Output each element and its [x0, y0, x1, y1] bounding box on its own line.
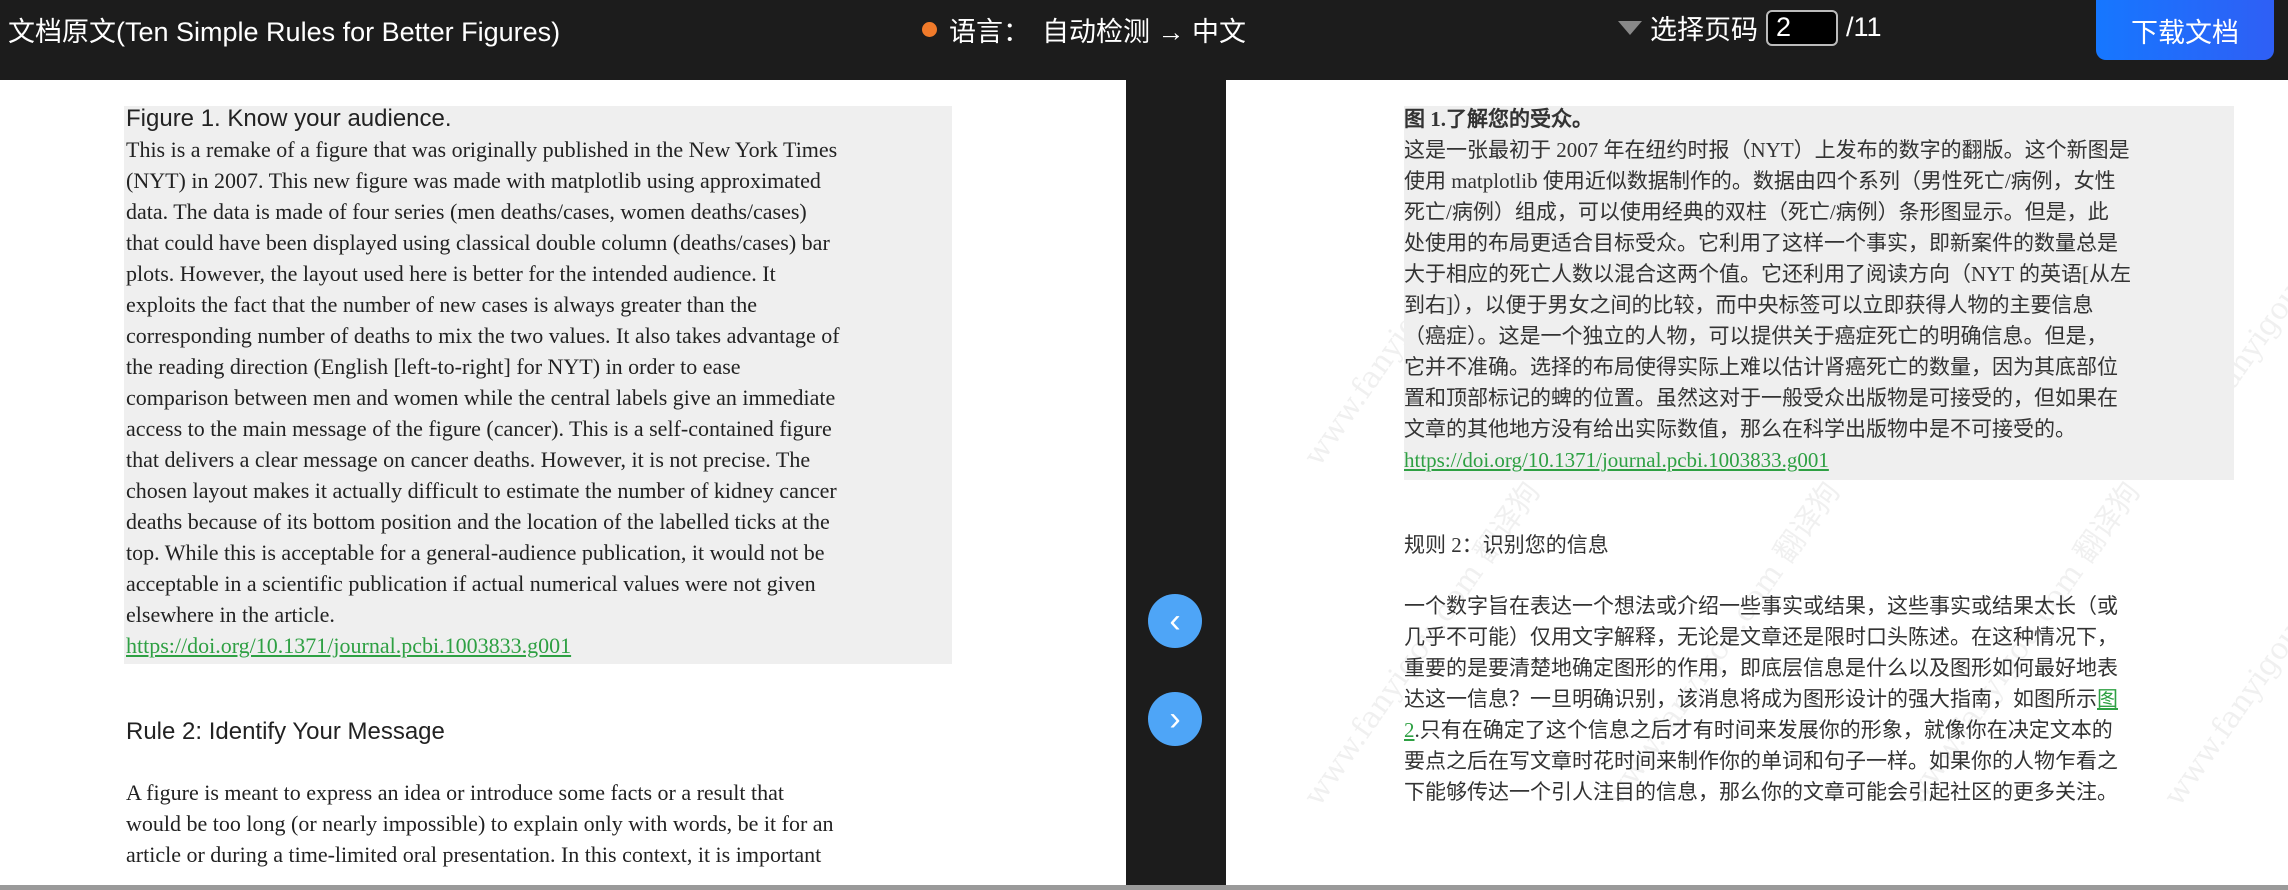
language-value[interactable]: 自动检测 → 中文	[1042, 10, 1246, 49]
text-line: plots. However, the layout used here is …	[126, 261, 776, 286]
text-line: exploits the fact that the number of new…	[126, 292, 758, 317]
text-line: 文章的其他地方没有给出实际数值，那么在科学出版物中是不可接受的。	[1404, 417, 2076, 441]
text-line: 2.只有在确定了这个信息之后才有时间来发展你的形象，就像你在决定文本的	[1404, 715, 2234, 746]
text-line: 死亡/病例）组成，可以使用经典的双柱（死亡/病例）条形图显示。但是，此	[1404, 200, 2109, 224]
status-dot-icon	[922, 22, 937, 37]
page-total: /11	[1846, 12, 1882, 42]
text-line: deaths because of its bottom position an…	[126, 509, 830, 534]
figure-link[interactable]: 2	[1404, 718, 1415, 742]
figure-link[interactable]: 图	[2097, 687, 2118, 711]
text-line: elsewhere in the article.	[126, 602, 335, 627]
text-line: 一个数字旨在表达一个想法或介绍一些事实或结果，这些事实或结果太长（或	[1404, 594, 2118, 618]
top-bar: 文档原文(Ten Simple Rules for Better Figures…	[0, 0, 2288, 80]
translated-text: 图 1.了解您的受众。 这是一张最初于 2007 年在纽约时报（NYT）上发布的…	[1404, 104, 2234, 808]
rule-heading: 规则 2：识别您的信息	[1404, 533, 1609, 557]
horizontal-scrollbar[interactable]	[0, 885, 2288, 890]
language-label: 语言：	[949, 17, 1030, 47]
original-document-page: Figure 1. Know your audience. This is a …	[0, 80, 1126, 885]
text-line: 它并不准确。选择的布局使得实际上难以估计肾癌死亡的数量，因为其底部位	[1404, 355, 2118, 379]
text-line: 处使用的布局更适合目标受众。它利用了这样一个事实，即新案件的数量总是	[1404, 231, 2118, 255]
text-line: 重要的是要清楚地确定图形的作用，即底层信息是什么以及图形如何最好地表	[1404, 656, 2118, 680]
text-line: 下能够传达一个引人注目的信息，那么你的文章可能会引起社区的更多关注。	[1404, 780, 2118, 804]
text-line: would be too long (or nearly impossible)…	[126, 811, 834, 836]
download-button[interactable]: 下载文档	[2096, 0, 2274, 60]
text-line: 到右]），以便于男女之间的比较，而中央标签可以立即获得人物的主要信息	[1404, 293, 2094, 317]
text-line: 置和顶部标记的蜱的位置。虽然这对于一般受众出版物是可接受的，但如果在	[1404, 386, 2118, 410]
text-line: 达这一信息？一旦明确识别，该消息将成为图形设计的强大指南，如图所示图	[1404, 684, 2234, 715]
original-text: Figure 1. Know your audience. This is a …	[126, 104, 956, 870]
page-selector: 选择页码 /11	[1618, 8, 1882, 47]
doi-link[interactable]: https://doi.org/10.1371/journal.pcbi.100…	[126, 633, 571, 658]
text-line: that delivers a clear message on cancer …	[126, 447, 811, 472]
text-line: (NYT) in 2007. This new figure was made …	[126, 168, 821, 193]
text-line: that could have been displayed using cla…	[126, 230, 830, 255]
text-line: access to the main message of the figure…	[126, 416, 832, 441]
page-number-input[interactable]	[1766, 9, 1838, 46]
text-line: 使用 matplotlib 使用近似数据制作的。数据由四个系列（男性死亡/病例，…	[1404, 169, 2116, 193]
text-line: comparison between men and women while t…	[126, 385, 836, 410]
doi-link[interactable]: https://doi.org/10.1371/journal.pcbi.100…	[1404, 448, 1829, 472]
text-line: 大于相应的死亡人数以混合这两个值。它还利用了阅读方向（NYT 的英语[从左	[1404, 262, 2132, 286]
rule-heading: Rule 2: Identify Your Message	[126, 718, 445, 745]
text-line: 要点之后在写文章时花时间来制作你的单词和句子一样。如果你的人物乍看之	[1404, 749, 2118, 773]
text-line: corresponding number of deaths to mix th…	[126, 323, 840, 348]
text-line: acceptable in a scientific publication i…	[126, 571, 816, 596]
translated-document-page: www.fanyigou.com 翻译狗www.fanyigou.com 翻译狗…	[1226, 80, 2288, 885]
filter-icon	[1618, 20, 1642, 35]
text-line: top. While this is acceptable for a gene…	[126, 540, 825, 565]
prev-page-button[interactable]: ‹	[1148, 594, 1202, 648]
text-line: the reading direction (English [left-to-…	[126, 354, 741, 379]
figure-caption-title: Figure 1. Know your audience.	[126, 105, 452, 132]
text-line: A figure is meant to express an idea or …	[126, 780, 784, 805]
page-label: 选择页码	[1650, 15, 1758, 45]
language-indicator: 语言： 自动检测 → 中文	[922, 10, 1246, 49]
text-line: 这是一张最初于 2007 年在纽约时报（NYT）上发布的数字的翻版。这个新图是	[1404, 138, 2130, 162]
text-line: article or during a time-limited oral pr…	[126, 842, 822, 867]
text-line: chosen layout makes it actually difficul…	[126, 478, 837, 503]
figure-caption-title: 图 1.了解您的受众。	[1404, 107, 1593, 131]
text-span: 达这一信息？一旦明确识别，该消息将成为图形设计的强大指南，如图所示	[1404, 687, 2097, 711]
text-line: This is a remake of a figure that was or…	[126, 137, 838, 162]
text-line: 几乎不可能）仅用文字解释，无论是文章还是限时口头陈述。在这种情况下，	[1404, 625, 2118, 649]
text-span: .只有在确定了这个信息之后才有时间来发展你的形象，就像你在决定文本的	[1414, 718, 2113, 742]
text-line: data. The data is made of four series (m…	[126, 199, 807, 224]
next-page-button[interactable]: ›	[1148, 692, 1202, 746]
text-line: （癌症）。这是一个独立的人物，可以提供关于癌症死亡的明确信息。但是，	[1404, 324, 2108, 348]
document-title: 文档原文(Ten Simple Rules for Better Figures…	[8, 17, 561, 47]
